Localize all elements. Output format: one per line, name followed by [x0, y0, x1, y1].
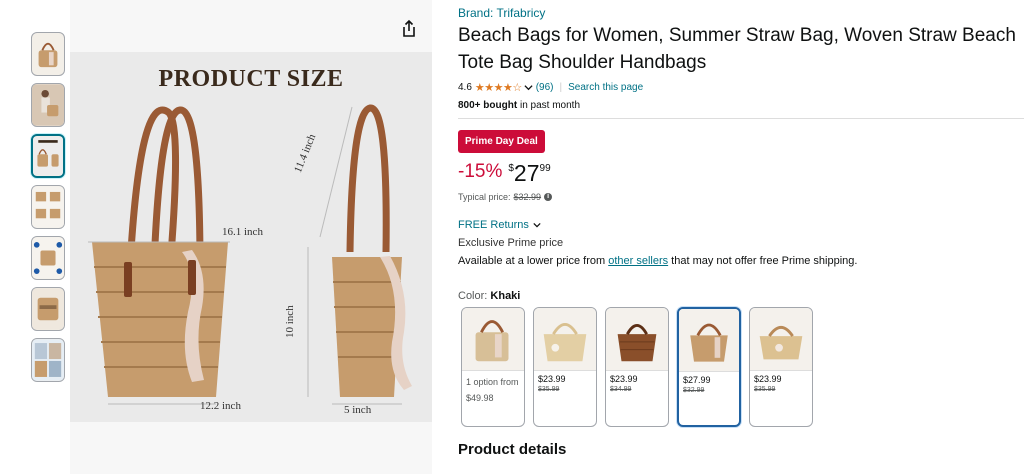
color-label-prefix: Color:: [458, 290, 491, 302]
dim-width-bottom: 12.2 inch: [200, 400, 241, 412]
product-size-title: PRODUCT SIZE: [158, 66, 344, 92]
product-title: Beach Bags for Women, Summer Straw Bag, …: [458, 25, 1016, 73]
swatch-5[interactable]: $23.99 $35.99: [749, 307, 813, 427]
thumbnail-6[interactable]: [31, 287, 65, 331]
chevron-down-icon[interactable]: [533, 221, 541, 229]
star-rating-icon[interactable]: ★★★★☆: [475, 81, 522, 94]
bought-rest: in past month: [517, 100, 580, 111]
other-sellers-link[interactable]: other sellers: [608, 255, 668, 267]
search-page-link[interactable]: Search this page: [568, 82, 643, 93]
thumbnail-4[interactable]: [31, 185, 65, 229]
discount-percent: -15%: [458, 161, 503, 182]
product-details-heading: Product details: [458, 441, 567, 458]
swatch-1[interactable]: 1 option from $49.98: [461, 307, 525, 427]
review-count-link[interactable]: (96): [536, 82, 554, 93]
color-label: Color: Khaki: [458, 290, 520, 302]
rating-value: 4.6: [458, 82, 472, 93]
share-icon[interactable]: [398, 18, 420, 40]
lower-price-text-end: that may not offer free Prime shipping.: [668, 255, 858, 267]
dim-depth: 5 inch: [344, 404, 372, 416]
dim-width-top: 16.1 inch: [222, 226, 263, 238]
swatch-4-strike: $32.99: [683, 387, 705, 394]
divider: [458, 118, 1024, 119]
typical-price-value: $32.99: [513, 192, 542, 202]
swatch-2[interactable]: $23.99 $35.99: [533, 307, 597, 427]
price-fraction: 99: [539, 163, 551, 174]
info-icon[interactable]: i: [544, 193, 553, 201]
thumbnail-2[interactable]: [31, 83, 65, 127]
free-returns[interactable]: FREE Returns: [458, 219, 541, 231]
bought-number: 800+ bought: [458, 100, 518, 111]
brand-link[interactable]: Brand: Trifabricy: [458, 6, 545, 20]
exclusive-prime-price: Exclusive Prime price: [458, 237, 564, 249]
swatch-5-price: $23.99: [754, 374, 782, 384]
swatch-4-price: $27.99: [683, 375, 711, 385]
thumbnail-strip: [31, 32, 67, 389]
typical-price: Typical price: $32.99 i: [458, 192, 553, 202]
color-swatches: 1 option from $49.98 $23.99 $35.99 $23.9…: [461, 307, 813, 427]
price-whole: 27: [513, 160, 540, 186]
thumbnail-3-size[interactable]: [31, 134, 65, 178]
swatch-2-price: $23.99: [538, 374, 566, 384]
thumbnail-7[interactable]: [31, 338, 65, 382]
separator: |: [559, 82, 563, 93]
price-row: -15% $ 27 99: [458, 160, 551, 187]
swatch-3-price: $23.99: [610, 374, 638, 384]
swatch-1-price: 1 option from $49.98: [466, 377, 519, 403]
main-product-image[interactable]: PRODUCT SIZE 16.1 inch 12.2 inch 11.4 in…: [70, 0, 432, 474]
thumbnail-1[interactable]: [31, 32, 65, 76]
free-returns-label[interactable]: FREE Returns: [458, 219, 529, 231]
lower-price-text: Available at a lower price from: [458, 255, 609, 267]
swatch-3[interactable]: $23.99 $34.99: [605, 307, 669, 427]
typical-price-label: Typical price:: [458, 192, 511, 202]
swatch-3-strike: $34.99: [610, 386, 632, 393]
rating-row: 4.6 ★★★★☆ (96) | Search this page: [458, 81, 643, 94]
lower-price-note: Available at a lower price from other se…: [458, 255, 857, 267]
dim-height: 10 inch: [284, 305, 296, 338]
swatch-5-strike: $35.99: [754, 386, 776, 393]
color-selected: Khaki: [490, 290, 521, 302]
swatch-2-strike: $35.99: [538, 386, 560, 393]
chevron-down-icon[interactable]: [524, 83, 533, 92]
prime-day-deal-badge: Prime Day Deal: [458, 130, 545, 153]
bought-count: 800+ bought in past month: [458, 100, 580, 111]
swatch-4-khaki-selected[interactable]: $27.99 $32.99: [677, 307, 741, 427]
thumbnail-5[interactable]: [31, 236, 65, 280]
